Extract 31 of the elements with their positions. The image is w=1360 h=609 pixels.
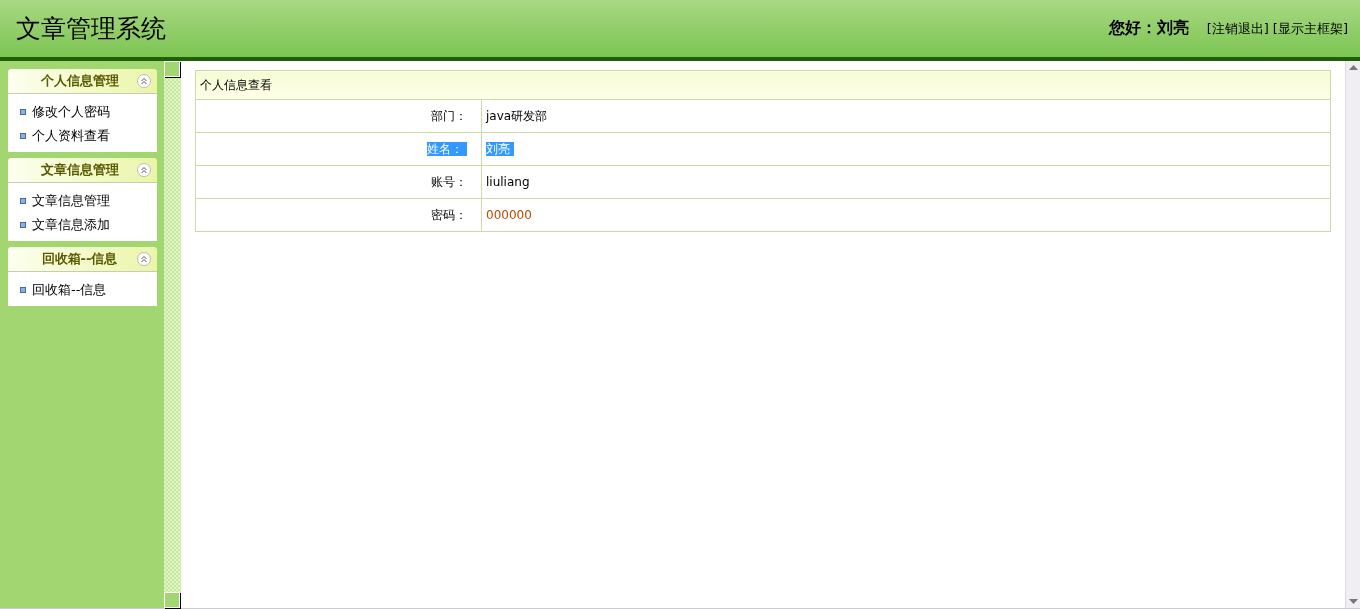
field-label: 部门： xyxy=(431,108,467,123)
bullet-icon xyxy=(20,198,26,204)
collapse-button[interactable] xyxy=(164,61,180,77)
menu-item[interactable]: 个人资料查看 xyxy=(32,127,110,145)
header-link[interactable]: [注销退出] xyxy=(1206,19,1269,38)
field-value: 000000 xyxy=(486,208,532,222)
app-title: 文章管理系统 xyxy=(16,13,167,45)
menu-item[interactable]: 回收箱--信息 xyxy=(32,281,107,299)
scroll-down-icon[interactable] xyxy=(1348,599,1358,604)
collapse-icon[interactable] xyxy=(137,252,151,266)
field-label: 姓名： xyxy=(427,141,467,156)
bullet-icon xyxy=(20,222,26,228)
field-label: 账号： xyxy=(431,174,467,189)
bullet-icon xyxy=(20,109,26,115)
field-label: 密码： xyxy=(431,207,467,222)
field-value: java研发部 xyxy=(486,108,548,123)
panel-title: 个人信息查看 xyxy=(200,77,272,92)
scroll-up-icon[interactable] xyxy=(1348,65,1358,70)
collapse-icon[interactable] xyxy=(137,163,151,177)
menu-item[interactable]: 修改个人密码 xyxy=(32,103,110,121)
expand-button[interactable] xyxy=(164,592,180,608)
collapse-icon[interactable] xyxy=(137,74,151,88)
bullet-icon xyxy=(20,287,26,293)
menu-item[interactable]: 文章信息添加 xyxy=(32,216,110,234)
scrollbar[interactable] xyxy=(1345,61,1360,608)
field-value: 刘亮 xyxy=(486,141,514,156)
greeting: 您好：刘亮 xyxy=(1108,18,1189,39)
menu-item[interactable]: 文章信息管理 xyxy=(32,192,110,210)
bullet-icon xyxy=(20,133,26,139)
header-link[interactable]: [显示主框架] xyxy=(1272,19,1348,38)
field-value: liuliang xyxy=(486,175,530,189)
